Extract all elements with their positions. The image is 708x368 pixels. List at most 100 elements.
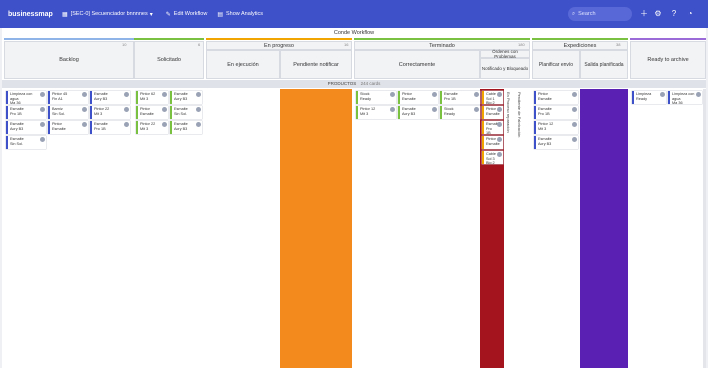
- card-problemas[interactable]: Cable Sol 3 Blq 2: [482, 151, 503, 164]
- swimlane-productos[interactable]: PRODUCTOS 244 cards: [2, 80, 706, 88]
- card-backlog[interactable]: Esmalte Acry B3: [6, 121, 46, 134]
- card-backlog[interactable]: Pintor Esmalte: [48, 121, 88, 134]
- brand-name: businessmap: [8, 10, 53, 18]
- card-solicitado[interactable]: Pintor 22 Mit 3: [136, 121, 168, 134]
- avatar-icon: [124, 107, 129, 112]
- show-analytics-label: Show Analytics: [225, 11, 263, 17]
- card-subtitle: Sin Sol.: [174, 111, 188, 116]
- workflow-title: Conde Workflow: [333, 30, 375, 36]
- card-title: Pintor: [486, 137, 496, 141]
- avatar-icon: [474, 92, 479, 97]
- card-correctamente[interactable]: Stock Ready: [440, 106, 480, 119]
- column-notificado-bloqueado[interactable]: Notificado y Bloqueado: [480, 58, 530, 79]
- terminado-color-bar: [354, 38, 530, 40]
- card-subtitle: Esmalte: [486, 141, 500, 146]
- column-en-progreso[interactable]: En progreso: [206, 41, 352, 50]
- vertical-scrollbar[interactable]: [703, 89, 706, 368]
- en-progreso-color-bar: [206, 38, 352, 40]
- edit-workflow-button[interactable]: ✎ Edit Workflow: [166, 11, 208, 18]
- card-solicitado[interactable]: Esmalte Sin Sol.: [170, 106, 202, 119]
- pendiente-notificar-cell: [280, 89, 352, 368]
- card-ready[interactable]: Limpieza con agua Ma 36: [668, 91, 702, 104]
- avatar-icon: [497, 122, 502, 127]
- bell-icon[interactable]: ◔: [684, 8, 696, 20]
- card-subtitle: Ready: [444, 111, 455, 116]
- card-solicitado[interactable]: Esmalte Acry B3: [170, 91, 202, 104]
- card-solicitado[interactable]: Esmalte Acry B3: [170, 121, 202, 134]
- column-salida-planificada[interactable]: Salida planificada: [580, 50, 628, 79]
- show-analytics-button[interactable]: ▤ Show Analytics: [217, 11, 263, 18]
- column-pendiente-notificar[interactable]: Pendiente notificar: [280, 50, 352, 79]
- avatar-icon: [572, 92, 577, 97]
- card-subtitle: Mit 3: [140, 126, 149, 131]
- board-icon: ▦: [62, 11, 68, 18]
- search-input[interactable]: ⌕ Search: [568, 7, 632, 21]
- column-ordenes-problemas[interactable]: Órdenes con Problemas: [480, 49, 530, 59]
- avatar-icon: [196, 92, 201, 97]
- swimlane-label: PRODUCTOS: [327, 81, 357, 86]
- card-solicitado[interactable]: Pintor 62 Mit 3: [136, 91, 168, 104]
- column-correctamente[interactable]: Correctamente: [354, 50, 480, 79]
- avatar-icon: [497, 107, 502, 112]
- card-solicitado[interactable]: Pintor Esmalte: [136, 106, 168, 119]
- column-ready-to-archive[interactable]: Ready to archive: [630, 41, 706, 79]
- card-correctamente[interactable]: Esmalte Pro 1B: [440, 91, 480, 104]
- help-icon[interactable]: ?: [668, 8, 680, 20]
- card-backlog[interactable]: Barniz Sin Sol.: [48, 106, 88, 119]
- column-backlog-title: Backlog: [59, 57, 79, 63]
- card-subtitle: Esmalte: [486, 111, 500, 116]
- card-problemas[interactable]: Esmalte Pro 1B: [482, 121, 503, 134]
- card-title: Esmalte: [486, 122, 500, 126]
- avatar-icon: [40, 92, 45, 97]
- chevron-down-icon: ▾: [149, 11, 153, 18]
- card-correctamente[interactable]: Pintor Esmalte: [398, 91, 438, 104]
- card-problemas[interactable]: Pintor Esmalte: [482, 136, 503, 149]
- gear-icon[interactable]: ⚙: [652, 8, 664, 20]
- card-subtitle: Pro 1B: [10, 111, 22, 116]
- vertical-label-reparacion: En Proceso reparación: [506, 92, 511, 133]
- avatar-icon: [696, 92, 701, 97]
- backlog-wip: 10: [122, 42, 127, 47]
- card-backlog[interactable]: Pintor 22 Mit 3: [90, 106, 130, 119]
- card-planificar[interactable]: Pintor Esmalte: [534, 91, 578, 104]
- card-problemas[interactable]: Pintor Esmalte: [482, 106, 503, 119]
- card-backlog[interactable]: Pintor 45 Fin A1: [48, 91, 88, 104]
- column-backlog[interactable]: Backlog: [4, 41, 134, 79]
- column-ready-title: Ready to archive: [647, 57, 689, 63]
- edit-workflow-label: Edit Workflow: [173, 11, 208, 17]
- card-title: Pintor: [486, 107, 496, 111]
- avatar-icon: [124, 122, 129, 127]
- column-expediciones[interactable]: Expediciones: [532, 41, 628, 50]
- card-correctamente[interactable]: Stock Ready: [356, 91, 396, 104]
- salida-planificada-cell: [580, 89, 628, 368]
- card-correctamente[interactable]: Pintor 12 Mit 3: [356, 106, 396, 119]
- card-backlog[interactable]: Esmalte Sin Sol.: [6, 136, 46, 149]
- card-subtitle: Mit 3: [538, 126, 547, 131]
- plus-icon[interactable]: ＋: [638, 8, 650, 20]
- column-planificar-envio[interactable]: Planificar envío: [532, 50, 580, 79]
- avatar-icon: [162, 122, 167, 127]
- card-planificar[interactable]: Esmalte Acry B3: [534, 136, 578, 149]
- brand-logo[interactable]: businessmap: [0, 10, 53, 18]
- card-subtitle: Mit 3: [140, 96, 149, 101]
- card-subtitle: Esmalte: [402, 96, 416, 101]
- avatar-icon: [660, 92, 665, 97]
- vertical-label-fabricacion: Pendiente de Fabricación: [517, 92, 522, 138]
- avatar-icon: [196, 107, 201, 112]
- card-backlog[interactable]: Esmalte Pro 1B: [90, 121, 130, 134]
- card-planificar[interactable]: Pintor 12 Mit 3: [534, 121, 578, 134]
- card-backlog[interactable]: Esmalte Pro 1B: [6, 106, 46, 119]
- column-terminado-title: Terminado: [429, 42, 455, 49]
- column-solicitado[interactable]: Solicitado: [134, 41, 204, 79]
- avatar-icon: [82, 122, 87, 127]
- card-problemas[interactable]: Cable Sol 1 Blq 2: [482, 91, 503, 104]
- card-subtitle: Esmalte: [52, 126, 66, 131]
- board-selector[interactable]: ▦ [SEC-0] Secuenciador bnnnnes ▾: [62, 11, 156, 18]
- card-ready[interactable]: Limpieza Ready: [632, 91, 666, 104]
- expediciones-color-bar: [532, 38, 628, 40]
- card-backlog[interactable]: Limpieza con agua Ma 36: [6, 91, 46, 104]
- card-backlog[interactable]: Esmalte Acry B3: [90, 91, 130, 104]
- card-planificar[interactable]: Esmalte Pro 1B: [534, 106, 578, 119]
- column-en-ejecucion[interactable]: En ejecución: [206, 50, 280, 79]
- card-correctamente[interactable]: Esmalte Acry B3: [398, 106, 438, 119]
